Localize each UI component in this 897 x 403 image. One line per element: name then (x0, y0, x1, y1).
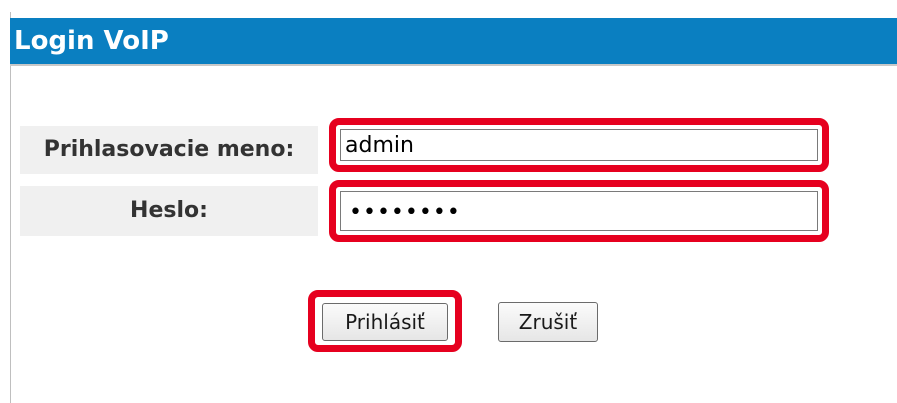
password-label: Heslo: (20, 186, 318, 236)
password-mask: •••••••• (349, 200, 461, 225)
cancel-button[interactable]: Zrušiť (498, 302, 598, 342)
password-highlight: •••••••• (329, 180, 829, 242)
login-button[interactable]: Prihlásiť (322, 303, 448, 341)
username-highlight (329, 118, 829, 172)
top-strip (0, 0, 897, 10)
password-input[interactable]: •••••••• (340, 191, 818, 231)
login-page: Login VoIP Prihlasovacie meno: Heslo: ••… (0, 0, 897, 403)
title-divider (10, 64, 897, 66)
page-title: Login VoIP (14, 26, 169, 56)
username-label: Prihlasovacie meno: (20, 126, 318, 174)
login-button-highlight: Prihlásiť (308, 290, 462, 352)
title-bar: Login VoIP (10, 18, 897, 64)
username-input[interactable] (340, 129, 818, 161)
